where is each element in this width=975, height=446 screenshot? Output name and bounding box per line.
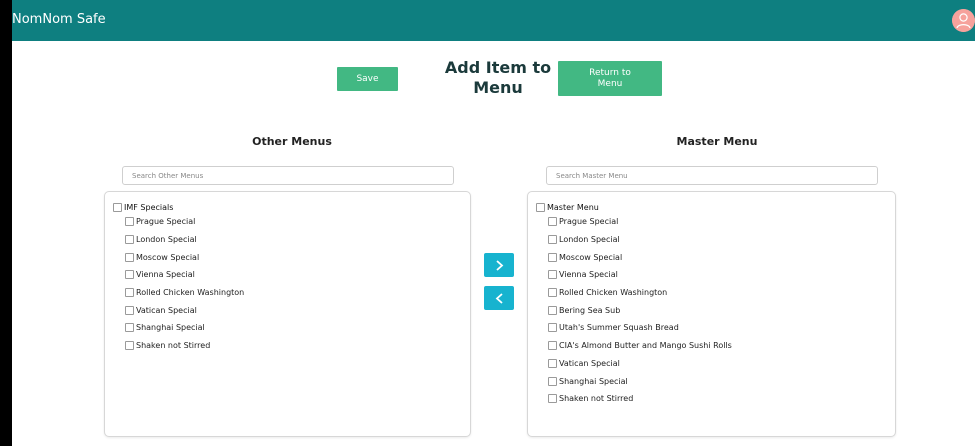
item-checkbox[interactable] xyxy=(125,288,134,298)
item-label: Rolled Chicken Washington xyxy=(136,288,245,298)
list-item[interactable]: Shaken not Stirred xyxy=(536,390,732,408)
group-row[interactable]: Master Menu xyxy=(536,202,732,213)
page-title: Add Item to Menu xyxy=(444,58,552,97)
list-item[interactable]: Bering Sea Sub xyxy=(536,301,732,319)
item-label: CIA's Almond Butter and Mango Sushi Roll… xyxy=(559,341,732,351)
item-label: Utah's Summer Squash Bread xyxy=(559,323,679,333)
other-menus-heading: Other Menus xyxy=(252,135,332,148)
item-label: Shaken not Stirred xyxy=(559,394,634,404)
item-label: Vienna Special xyxy=(559,270,618,280)
group-label: Master Menu xyxy=(547,203,599,212)
item-checkbox[interactable] xyxy=(548,323,557,333)
search-master-menu-input[interactable] xyxy=(546,166,878,185)
list-item[interactable]: Moscow Special xyxy=(113,248,244,266)
item-label: Shanghai Special xyxy=(136,323,205,333)
list-item[interactable]: London Special xyxy=(113,231,244,249)
group-checkbox[interactable] xyxy=(113,203,122,212)
item-label: Bering Sea Sub xyxy=(559,305,621,315)
item-label: Prague Special xyxy=(136,217,196,227)
item-checkbox[interactable] xyxy=(548,217,557,227)
item-checkbox[interactable] xyxy=(125,217,134,227)
list-item[interactable]: Vatican Special xyxy=(113,301,244,319)
item-checkbox[interactable] xyxy=(125,323,134,333)
item-checkbox[interactable] xyxy=(125,252,134,262)
item-checkbox[interactable] xyxy=(548,341,557,351)
list-item[interactable]: Utah's Summer Squash Bread xyxy=(536,319,732,337)
item-label: Moscow Special xyxy=(559,252,623,262)
list-item[interactable]: Shanghai Special xyxy=(113,319,244,337)
user-avatar-icon[interactable] xyxy=(952,9,975,32)
master-menu-panel: Master Menu Prague Special London Specia… xyxy=(527,191,896,437)
list-item[interactable]: Vienna Special xyxy=(536,266,732,284)
item-checkbox[interactable] xyxy=(548,252,557,262)
top-nav-bar: NomNom Safe xyxy=(12,0,975,41)
other-menus-group: IMF Specials Prague Special London Speci… xyxy=(113,202,244,355)
list-item[interactable]: Vatican Special xyxy=(536,355,732,373)
item-label: London Special xyxy=(136,235,197,245)
list-item[interactable]: Shanghai Special xyxy=(536,372,732,390)
item-checkbox[interactable] xyxy=(125,270,134,280)
item-label: Vienna Special xyxy=(136,270,195,280)
list-item[interactable]: Prague Special xyxy=(113,213,244,231)
item-checkbox[interactable] xyxy=(548,376,557,386)
item-checkbox[interactable] xyxy=(125,305,134,315)
item-label: Rolled Chicken Washington xyxy=(559,288,668,298)
list-item[interactable]: Shaken not Stirred xyxy=(113,337,244,355)
group-row[interactable]: IMF Specials xyxy=(113,202,244,213)
item-label: Prague Special xyxy=(559,217,619,227)
move-to-other-button[interactable] xyxy=(484,286,514,310)
list-item[interactable]: London Special xyxy=(536,231,732,249)
list-item[interactable]: Vienna Special xyxy=(113,266,244,284)
save-button[interactable]: Save xyxy=(337,67,398,91)
other-menus-panel: IMF Specials Prague Special London Speci… xyxy=(104,191,471,437)
list-item[interactable]: Rolled Chicken Washington xyxy=(536,284,732,302)
item-checkbox[interactable] xyxy=(548,288,557,298)
item-checkbox[interactable] xyxy=(548,358,557,368)
item-checkbox[interactable] xyxy=(548,235,557,245)
item-checkbox[interactable] xyxy=(125,235,134,245)
item-label: London Special xyxy=(559,235,620,245)
item-checkbox[interactable] xyxy=(548,305,557,315)
item-label: Vatican Special xyxy=(136,305,197,315)
item-checkbox[interactable] xyxy=(548,394,557,404)
item-label: Vatican Special xyxy=(559,358,620,368)
item-checkbox[interactable] xyxy=(548,270,557,280)
move-to-master-button[interactable] xyxy=(484,253,514,277)
app-window: NomNom Safe Save Add Item to Menu Return… xyxy=(12,0,975,446)
group-label: IMF Specials xyxy=(124,203,174,212)
group-checkbox[interactable] xyxy=(536,203,545,212)
master-menu-heading: Master Menu xyxy=(676,135,758,148)
item-label: Shanghai Special xyxy=(559,376,628,386)
return-to-menu-button[interactable]: Return to Menu xyxy=(558,61,662,96)
list-item[interactable]: Moscow Special xyxy=(536,248,732,266)
item-label: Moscow Special xyxy=(136,252,200,262)
list-item[interactable]: Prague Special xyxy=(536,213,732,231)
item-label: Shaken not Stirred xyxy=(136,341,211,351)
brand-name[interactable]: NomNom Safe xyxy=(12,12,106,27)
master-menu-group: Master Menu Prague Special London Specia… xyxy=(536,202,732,408)
list-item[interactable]: CIA's Almond Butter and Mango Sushi Roll… xyxy=(536,337,732,355)
list-item[interactable]: Rolled Chicken Washington xyxy=(113,284,244,302)
chevron-left-icon xyxy=(495,292,503,304)
item-checkbox[interactable] xyxy=(125,341,134,351)
search-other-menus-input[interactable] xyxy=(122,166,454,185)
chevron-right-icon xyxy=(495,259,503,271)
